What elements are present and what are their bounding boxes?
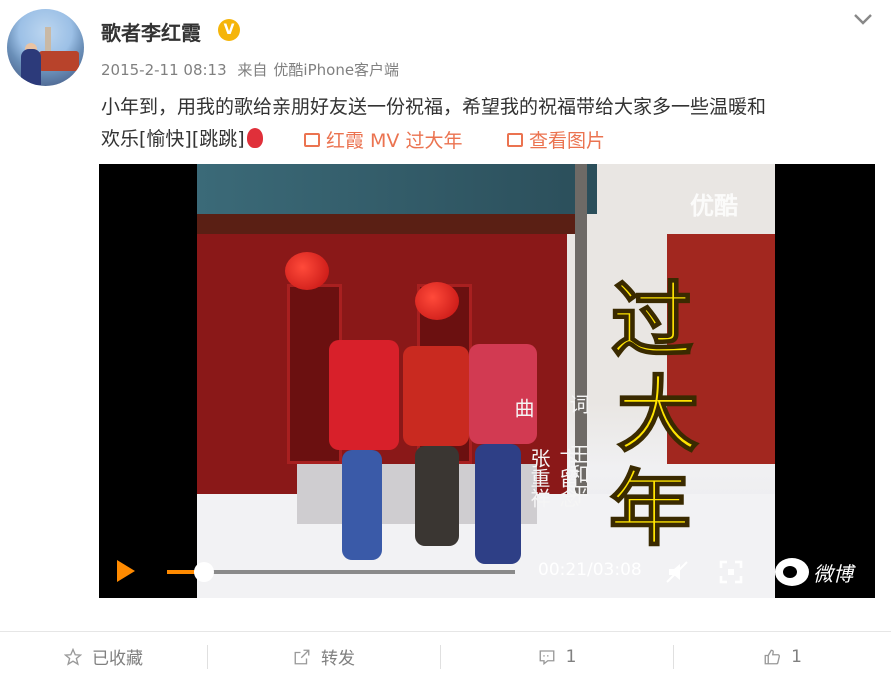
- weibo-post-card: 歌者李红霞 V 2015-2-11 08:13 来自 优酷iPhone客户端 小年…: [0, 0, 891, 681]
- fullscreen-icon[interactable]: [719, 560, 743, 584]
- youku-watermark: 优酷: [690, 192, 738, 220]
- weibo-icon: [775, 558, 809, 586]
- player-controls: 00:21/03:08 微博: [99, 546, 875, 598]
- video-link-label: 红霞 MV 过大年: [326, 130, 463, 152]
- video-icon: [304, 132, 320, 147]
- post-text-line1: 小年到，用我的歌给亲朋好友送一份祝福，希望我的祝福带给大家多一些温暖和: [101, 96, 767, 118]
- video-frame: 优酷 过 大 年 词 王和平 曲 卞留念 张重祥: [197, 164, 775, 598]
- scene-lantern: [285, 252, 329, 290]
- source-prefix: 来自: [237, 61, 268, 79]
- mute-icon[interactable]: [665, 560, 689, 584]
- avatar-roof: [39, 51, 79, 71]
- verified-badge-icon: V: [218, 19, 240, 41]
- scene-child: [329, 340, 399, 450]
- post-text-emotes: 欢乐[愉快][跳跳]: [101, 128, 245, 150]
- star-icon: [64, 647, 82, 666]
- weibo-logo: 微博: [775, 556, 853, 588]
- weibo-brand: 微博: [813, 561, 853, 586]
- comment-count: 1: [565, 646, 577, 667]
- avatar-person: [21, 49, 41, 85]
- scene-eaves: [197, 164, 597, 214]
- title-char: 年: [608, 460, 692, 558]
- chevron-down-icon[interactable]: [852, 10, 874, 28]
- comment-icon: [539, 649, 555, 665]
- post-source[interactable]: 优酷iPhone客户端: [273, 61, 399, 79]
- like-button[interactable]: 1: [674, 632, 891, 681]
- play-icon[interactable]: [117, 560, 135, 582]
- credit-music-author: 卞留念 张重祥: [527, 448, 580, 508]
- like-count: 1: [791, 646, 802, 667]
- scene-band: [197, 214, 587, 234]
- avatar[interactable]: [7, 9, 84, 86]
- favorite-label: 已收藏: [92, 649, 143, 669]
- scene-child: [342, 450, 382, 560]
- scene-child: [415, 446, 459, 546]
- post-text-line2: 欢乐[愉快][跳跳]: [101, 124, 263, 151]
- scene-child: [403, 346, 469, 446]
- favorite-button[interactable]: 已收藏: [0, 632, 207, 681]
- balloon-icon: [246, 127, 263, 148]
- thumbs-up-icon: [764, 649, 781, 664]
- scene-lantern: [415, 282, 459, 320]
- repost-icon: [294, 649, 310, 664]
- credit-music-label: 曲: [511, 398, 535, 418]
- scene-child: [469, 344, 537, 444]
- progress-knob[interactable]: [194, 562, 214, 582]
- video-link[interactable]: 红霞 MV 过大年: [304, 126, 462, 153]
- progress-track[interactable]: [167, 570, 515, 574]
- video-player[interactable]: 优酷 过 大 年 词 王和平 曲 卞留念 张重祥 00:21/03:08 微博: [99, 164, 875, 598]
- time-display: 00:21/03:08: [538, 560, 642, 580]
- repost-label: 转发: [321, 649, 355, 669]
- post-meta: 2015-2-11 08:13 来自 优酷iPhone客户端: [101, 59, 405, 80]
- post-date[interactable]: 2015-2-11 08:13: [101, 61, 227, 79]
- credit-lyrics-label: 词: [566, 394, 590, 414]
- repost-button[interactable]: 转发: [208, 632, 440, 681]
- image-link[interactable]: 查看图片: [507, 126, 605, 153]
- username[interactable]: 歌者李红霞: [101, 17, 201, 46]
- comment-button[interactable]: 1: [441, 632, 673, 681]
- image-icon: [507, 132, 523, 147]
- image-link-label: 查看图片: [529, 130, 606, 152]
